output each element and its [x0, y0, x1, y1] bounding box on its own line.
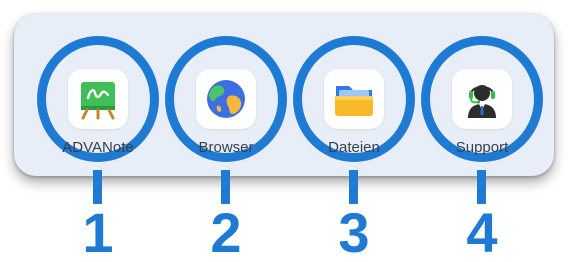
- app-tile-browser[interactable]: [196, 69, 256, 129]
- callout-stem-4: [477, 170, 486, 204]
- callout-number-1: 1: [82, 201, 114, 262]
- folder-icon: [335, 86, 373, 116]
- headset-agent-icon: [468, 85, 496, 118]
- app-dock: ADVANote Browser Dateien Support: [14, 14, 554, 176]
- globe-icon: [207, 80, 245, 118]
- callout-number-3: 3: [338, 201, 370, 262]
- app-dock-annotation: ADVANote Browser Dateien Support 1 2 3 4: [0, 0, 571, 262]
- callout-stem-2: [221, 170, 230, 204]
- app-browser[interactable]: Browser: [165, 36, 287, 162]
- app-label-advanote: ADVANote: [62, 139, 134, 156]
- app-advanote[interactable]: ADVANote: [37, 36, 159, 162]
- app-tile-dateien[interactable]: [324, 69, 384, 129]
- app-dateien[interactable]: Dateien: [293, 36, 415, 162]
- app-label-browser: Browser: [198, 139, 254, 156]
- whiteboard-icon: [81, 82, 115, 120]
- callout-stem-1: [93, 170, 102, 204]
- app-tile-advanote[interactable]: [68, 69, 128, 129]
- app-tile-support[interactable]: [452, 69, 512, 129]
- callout-stem-3: [349, 170, 358, 204]
- app-label-support: Support: [455, 139, 509, 156]
- app-support[interactable]: Support: [421, 36, 543, 162]
- app-label-dateien: Dateien: [328, 139, 380, 156]
- callout-number-2: 2: [210, 201, 242, 262]
- callout-number-4: 4: [466, 201, 498, 262]
